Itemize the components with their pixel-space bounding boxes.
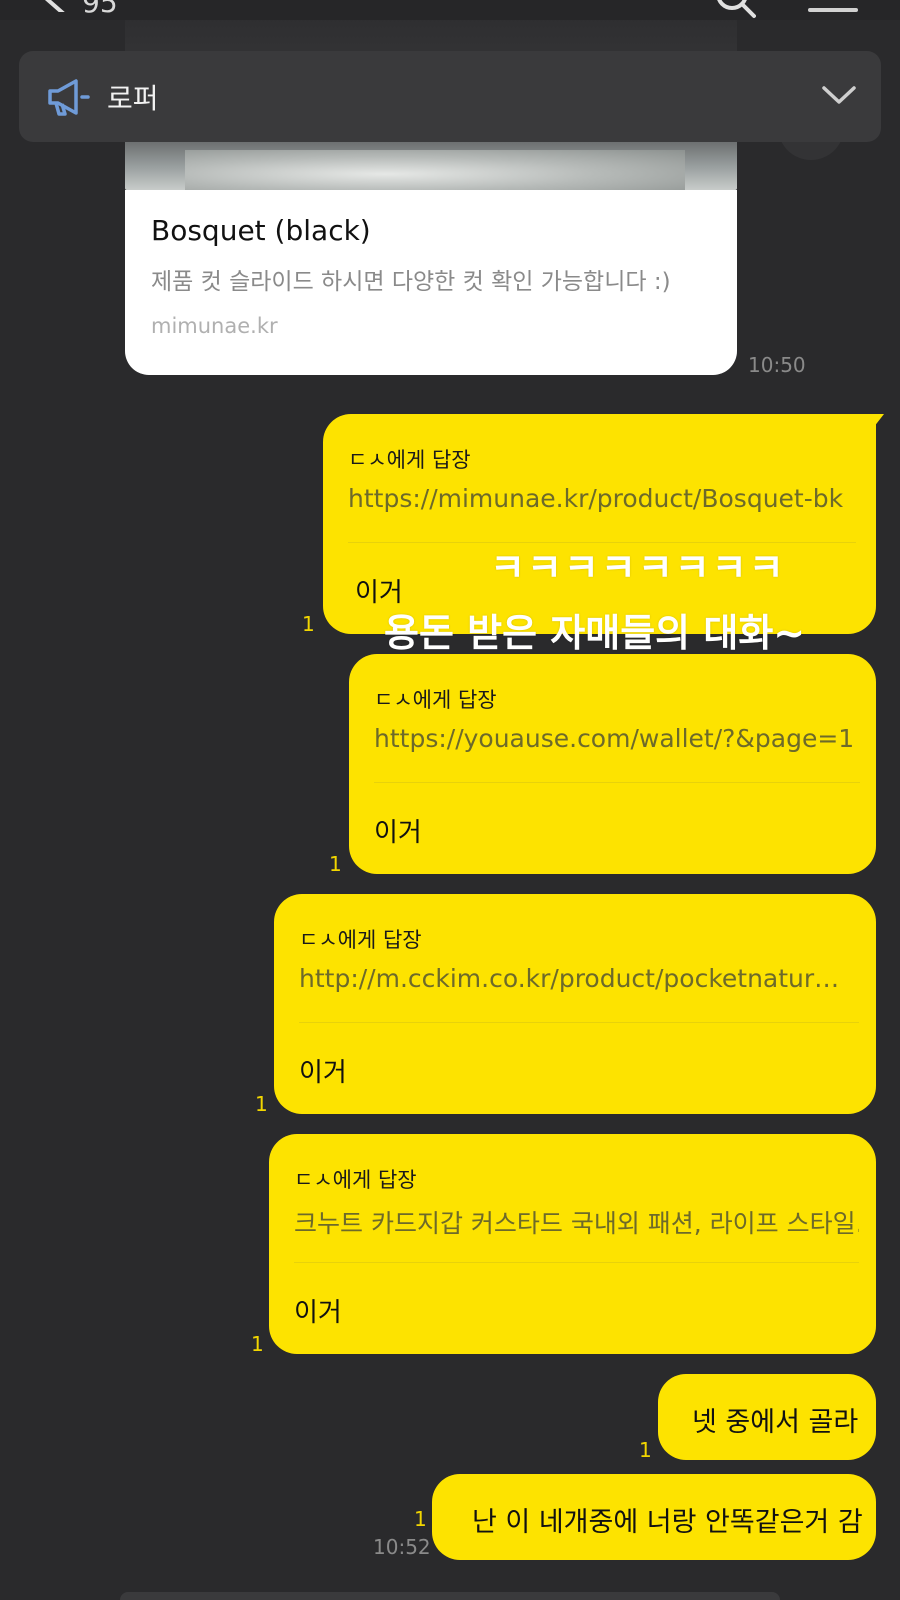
divider xyxy=(294,1262,859,1263)
notice-banner[interactable]: 로퍼 xyxy=(19,51,881,142)
message-text: 이거 xyxy=(299,1058,347,1088)
unread-count: 95 xyxy=(82,0,118,19)
search-icon[interactable] xyxy=(716,0,756,20)
message-text: 이거 xyxy=(374,818,422,848)
message-text: 이거 xyxy=(294,1298,342,1328)
message-input-bar[interactable] xyxy=(120,1592,780,1600)
unread-marker: 1 xyxy=(329,852,342,876)
reply-to-label: ㄷㅅ에게 답장 xyxy=(374,688,497,712)
divider xyxy=(299,1022,859,1023)
back-arrow-icon[interactable] xyxy=(40,0,70,16)
unread-marker: 1 xyxy=(639,1438,652,1462)
overlay-caption-line2: 용돈 받은 자매들의 대화~ xyxy=(384,611,806,655)
link-domain: mimunae.kr xyxy=(151,314,278,338)
bubble-tail xyxy=(862,414,884,432)
unread-marker: 1 xyxy=(251,1332,264,1356)
link-title: Bosquet (black) xyxy=(151,214,371,247)
message-bubble[interactable]: 난 이 네개중에 너랑 안똑같은거 감 xyxy=(432,1474,876,1560)
reply-quoted-text[interactable]: 크누트 카드지갑 커스타드 국내외 패션, 라이프 스타일… xyxy=(294,1204,859,1240)
message-text: 난 이 네개중에 너랑 안똑같은거 감 xyxy=(472,1507,863,1538)
overlay-caption-line1: ㅋㅋㅋㅋㅋㅋㅋㅋ xyxy=(490,546,786,590)
reply-quoted-text[interactable]: https://youause.com/wallet/?&page=1 xyxy=(374,724,860,753)
message-time: 10:50 xyxy=(748,353,806,377)
top-bar: 95 xyxy=(0,0,900,20)
reply-to-label: ㄷㅅ에게 답장 xyxy=(294,1168,417,1192)
link-description: 제품 컷 슬라이드 하시면 다양한 컷 확인 가능합니다 :) xyxy=(151,269,671,295)
unread-marker: 1 xyxy=(414,1507,427,1531)
link-preview-card[interactable]: Bosquet (black) 제품 컷 슬라이드 하시면 다양한 컷 확인 가… xyxy=(125,190,737,375)
reply-to-label: ㄷㅅ에게 답장 xyxy=(348,448,471,472)
divider xyxy=(374,782,860,783)
reply-bubble[interactable]: ㄷㅅ에게 답장 크누트 카드지갑 커스타드 국내외 패션, 라이프 스타일… 이… xyxy=(269,1134,876,1354)
unread-marker: 1 xyxy=(302,612,315,636)
notice-label: 로퍼 xyxy=(107,82,159,115)
unread-marker: 1 xyxy=(255,1092,268,1116)
menu-icon[interactable] xyxy=(808,8,858,12)
reply-bubble[interactable]: ㄷㅅ에게 답장 http://m.cckim.co.kr/product/poc… xyxy=(274,894,876,1114)
reply-bubble[interactable]: ㄷㅅ에게 답장 https://mimunae.kr/product/Bosqu… xyxy=(323,414,876,634)
message-text: 넷 중에서 골라 xyxy=(692,1407,859,1438)
chevron-down-icon[interactable] xyxy=(821,83,857,107)
reply-quoted-text[interactable]: https://mimunae.kr/product/Bosquet-bk xyxy=(348,484,858,513)
message-bubble[interactable]: 넷 중에서 골라 xyxy=(658,1374,876,1460)
reply-to-label: ㄷㅅ에게 답장 xyxy=(299,928,422,952)
reply-bubble[interactable]: ㄷㅅ에게 답장 https://youause.com/wallet/?&pag… xyxy=(349,654,876,874)
reply-quoted-text[interactable]: http://m.cckim.co.kr/product/pocketnatur… xyxy=(299,964,859,993)
message-time: 10:52 xyxy=(373,1535,431,1559)
megaphone-icon xyxy=(46,77,90,117)
